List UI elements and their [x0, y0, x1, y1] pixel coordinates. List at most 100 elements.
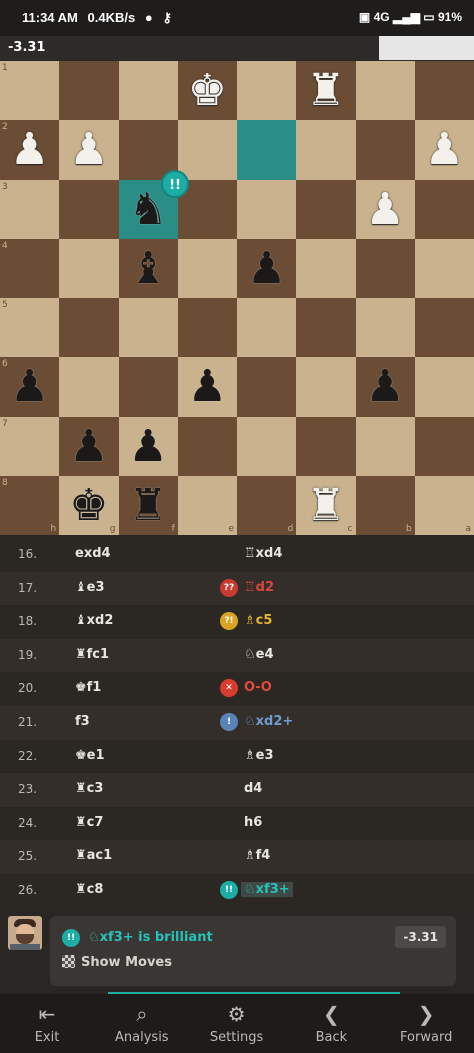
black-move[interactable]: ♗e3: [244, 748, 274, 763]
black-move[interactable]: ♗f4: [244, 848, 270, 863]
move-row[interactable]: 22. ♚e1 ♗e3: [0, 739, 474, 774]
black-move[interactable]: ♘xf3+: [241, 882, 293, 897]
black-move[interactable]: h6: [244, 815, 262, 830]
black-move[interactable]: ♘xd2+: [244, 714, 293, 729]
black-move[interactable]: ♖xd4: [244, 546, 282, 561]
board-square[interactable]: [355, 61, 415, 121]
black-bishop-piece[interactable]: ♝: [119, 239, 178, 298]
move-list[interactable]: 16. exd4 ♖xd4 17. ♝e3?? ♖d2 18. ♝xd2?! ♗c5 19. ♜fc…: [0, 538, 474, 908]
board-square[interactable]: a: [414, 475, 474, 535]
move-row[interactable]: 23. ♜c3 d4: [0, 773, 474, 807]
move-row[interactable]: 19. ♜fc1 ♘e4: [0, 638, 474, 673]
board-square[interactable]: [118, 61, 178, 121]
black-move[interactable]: ♖d2: [244, 580, 274, 595]
black-king-piece[interactable]: ♚: [59, 476, 118, 535]
board-square[interactable]: b: [355, 475, 415, 535]
board-square[interactable]: [414, 357, 474, 417]
board-square[interactable]: [414, 179, 474, 239]
black-pawn-piece[interactable]: ♟: [59, 417, 118, 476]
move-row[interactable]: 26. ♜c8!! ♘xf3+: [0, 874, 474, 908]
white-pawn-piece[interactable]: ♟: [356, 180, 415, 239]
board-square[interactable]: 3: [0, 179, 60, 239]
board-square[interactable]: [237, 416, 297, 476]
board-square[interactable]: [296, 357, 356, 417]
white-move[interactable]: ♜c7: [75, 815, 103, 830]
board-square[interactable]: 5: [0, 298, 60, 358]
board-square[interactable]: [296, 179, 356, 239]
exit-button[interactable]: ⇤ Exit: [0, 994, 94, 1053]
chess-board[interactable]: 1 2 3 4 5 6 7 8 h g f e d c b a ♚ ♜ ♟ ♟ ♟ ♞ ♟ ♝ ♟ ♟ ♟ ♟ ♟ ♟ ♚ ♜ ♜: [0, 61, 474, 535]
board-square[interactable]: [237, 179, 297, 239]
black-pawn-piece[interactable]: ♟: [237, 239, 296, 298]
black-rook-piece[interactable]: ♜: [119, 476, 178, 535]
analysis-button[interactable]: ⌕ Analysis: [95, 994, 189, 1053]
move-row[interactable]: 25. ♜ac1 ♗f4: [0, 840, 474, 874]
white-move[interactable]: exd4: [75, 546, 111, 561]
white-move[interactable]: f3: [75, 714, 90, 729]
board-square[interactable]: d: [237, 475, 297, 535]
board-square[interactable]: [237, 357, 297, 417]
board-square[interactable]: 7: [0, 416, 60, 476]
white-move[interactable]: ♝xd2: [75, 613, 113, 628]
board-square[interactable]: [59, 357, 119, 417]
white-move[interactable]: ♚f1: [75, 680, 101, 695]
board-square[interactable]: [177, 416, 237, 476]
board-square[interactable]: [118, 298, 178, 358]
board-square[interactable]: [118, 357, 178, 417]
white-move[interactable]: ♜c3: [75, 781, 103, 796]
board-square[interactable]: [237, 298, 297, 358]
board-square[interactable]: [296, 120, 356, 180]
board-square[interactable]: 1: [0, 61, 60, 121]
white-pawn-piece[interactable]: ♟: [415, 120, 474, 179]
move-row[interactable]: 24. ♜c7 h6: [0, 806, 474, 841]
board-square[interactable]: [177, 120, 237, 180]
board-square[interactable]: [414, 61, 474, 121]
board-square[interactable]: [59, 61, 119, 121]
board-square[interactable]: 8h: [0, 475, 60, 535]
white-move[interactable]: ♝e3: [75, 580, 105, 595]
white-move[interactable]: ♚e1: [75, 748, 105, 763]
move-row[interactable]: 20. ♚f1 ✕ O-O: [0, 672, 474, 706]
board-square[interactable]: [177, 298, 237, 358]
board-square[interactable]: [177, 238, 237, 298]
board-square[interactable]: [414, 298, 474, 358]
board-square[interactable]: [355, 298, 415, 358]
white-king-piece[interactable]: ♚: [178, 61, 237, 120]
board-square[interactable]: [296, 238, 356, 298]
board-square[interactable]: [59, 238, 119, 298]
white-move[interactable]: ♜c8: [75, 882, 103, 897]
board-square[interactable]: [59, 179, 119, 239]
board-square[interactable]: e: [177, 475, 237, 535]
board-square[interactable]: [59, 298, 119, 358]
move-row[interactable]: 21. f3! ♘xd2+: [0, 706, 474, 740]
white-move[interactable]: ♜fc1: [75, 647, 109, 662]
board-square[interactable]: 4: [0, 238, 60, 298]
black-pawn-piece[interactable]: ♟: [356, 357, 415, 416]
white-pawn-piece[interactable]: ♟: [0, 120, 59, 179]
black-pawn-piece[interactable]: ♟: [0, 357, 59, 416]
black-move[interactable]: ♘e4: [244, 647, 274, 662]
back-button[interactable]: ❮ Back: [284, 994, 378, 1053]
move-row[interactable]: 18. ♝xd2?! ♗c5: [0, 605, 474, 639]
board-square[interactable]: [237, 61, 297, 121]
black-move[interactable]: O-O: [244, 680, 272, 695]
white-pawn-piece[interactable]: ♟: [59, 120, 118, 179]
board-square[interactable]: [237, 120, 297, 180]
board-square[interactable]: [296, 416, 356, 476]
black-pawn-piece[interactable]: ♟: [119, 417, 178, 476]
white-rook-piece[interactable]: ♜: [296, 61, 355, 120]
black-move[interactable]: ♗c5: [244, 613, 272, 628]
forward-button[interactable]: ❯ Forward: [379, 994, 473, 1053]
board-square[interactable]: [414, 416, 474, 476]
white-move[interactable]: ♜ac1: [75, 848, 112, 863]
white-rook-piece[interactable]: ♜: [296, 476, 355, 535]
move-row[interactable]: 17. ♝e3?? ♖d2: [0, 571, 474, 606]
settings-button[interactable]: ⚙ Settings: [190, 994, 284, 1053]
board-square[interactable]: [296, 298, 356, 358]
black-move[interactable]: d4: [244, 781, 262, 796]
move-row[interactable]: 16. exd4 ♖xd4: [0, 538, 474, 572]
board-square[interactable]: [355, 120, 415, 180]
black-pawn-piece[interactable]: ♟: [178, 357, 237, 416]
board-square[interactable]: [355, 238, 415, 298]
board-square[interactable]: [414, 238, 474, 298]
